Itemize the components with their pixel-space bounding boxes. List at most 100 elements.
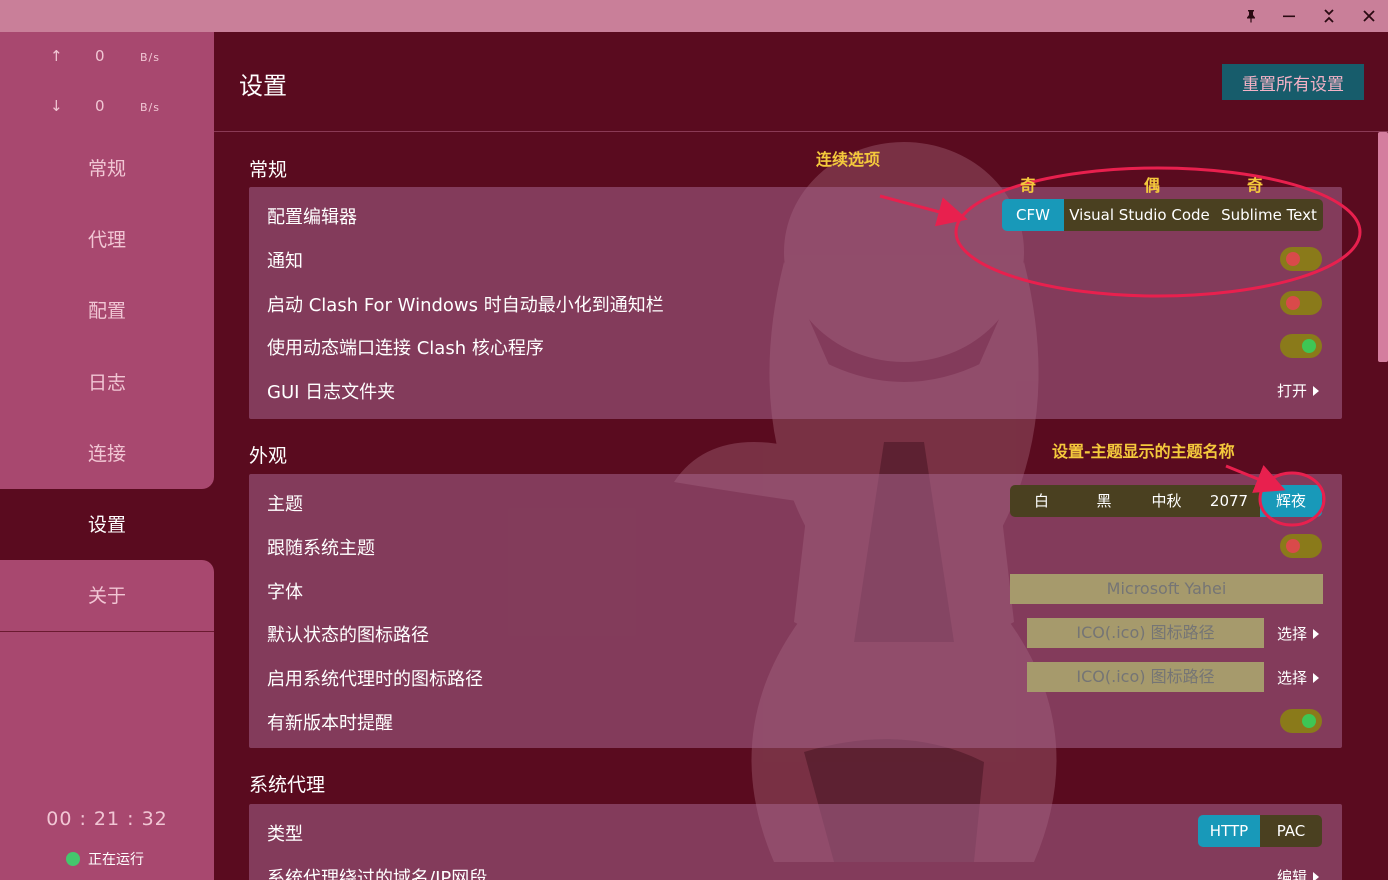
uptime-timer: 00 : 21 : 32 [46, 808, 168, 830]
follow-system-row: 跟随系统主题 [249, 524, 1342, 568]
main-content: 设置 重置所有设置 常规 配置编辑器 CFW Visual Studio Cod… [214, 32, 1388, 880]
sidebar-item-connections[interactable]: 连接 [0, 434, 214, 474]
upload-arrow-icon: ↑ [50, 47, 63, 65]
update-notify-row: 有新版本时提醒 [249, 699, 1342, 743]
caret-right-icon [1313, 385, 1320, 396]
annotation-odd-2: 奇 [1247, 176, 1264, 195]
minimize-label: 启动 Clash For Windows 时自动最小化到通知栏 [267, 295, 664, 316]
caret-right-icon [1313, 672, 1320, 683]
dynamic-port-toggle[interactable] [1280, 334, 1322, 358]
gui-log-label: GUI 日志文件夹 [267, 382, 396, 403]
upload-speed: ↑ 0 B/s [0, 47, 214, 67]
toggle-knob [1302, 714, 1316, 728]
sidebar-item-logs[interactable]: 日志 [0, 363, 214, 403]
minimize-toggle[interactable] [1280, 291, 1322, 315]
theme-option-black[interactable]: 黑 [1073, 485, 1135, 517]
font-row: 字体 [249, 568, 1342, 612]
section-title-system-proxy: 系统代理 [249, 774, 326, 796]
proxy-type-segmented-control: HTTP PAC [1198, 815, 1322, 847]
toggle-knob [1286, 296, 1300, 310]
sidebar-item-proxies[interactable]: 代理 [0, 220, 214, 260]
download-value: 0 [95, 97, 105, 115]
toggle-knob [1286, 539, 1300, 553]
maximize-icon[interactable] [1315, 4, 1343, 28]
theme-segmented-control: 白 黑 中秋 2077 辉夜 [1010, 485, 1322, 517]
update-notify-toggle[interactable] [1280, 709, 1322, 733]
header-divider [214, 131, 1388, 132]
download-arrow-icon: ↓ [50, 97, 63, 115]
choose-default-icon-link[interactable]: 选择 [1277, 623, 1320, 644]
reset-all-settings-button[interactable]: 重置所有设置 [1222, 64, 1364, 100]
upload-value: 0 [95, 47, 105, 65]
proxy-icon-label: 启用系统代理时的图标路径 [267, 669, 483, 690]
notify-toggle[interactable] [1280, 247, 1322, 271]
status-dot-icon [66, 852, 80, 866]
section-title-general: 常规 [249, 159, 288, 181]
close-icon[interactable] [1355, 4, 1383, 28]
notify-label: 通知 [267, 251, 303, 272]
annotation-even: 偶 [1144, 176, 1161, 195]
edit-link-text: 编辑 [1277, 868, 1308, 880]
editor-label: 配置编辑器 [267, 207, 357, 228]
notify-row: 通知 [249, 237, 1342, 281]
theme-option-white[interactable]: 白 [1010, 485, 1073, 517]
dynamic-port-label: 使用动态端口连接 Clash 核心程序 [267, 338, 544, 359]
default-icon-path-input[interactable] [1027, 618, 1264, 648]
title-bar [0, 0, 1388, 32]
caret-right-icon [1313, 628, 1320, 639]
sidebar-divider [0, 631, 214, 632]
running-status: 正在运行 [66, 850, 144, 868]
download-speed: ↓ 0 B/s [0, 97, 214, 117]
sidebar-item-general[interactable]: 常规 [0, 149, 214, 189]
editor-option-vscode[interactable]: Visual Studio Code [1064, 199, 1215, 231]
open-link-text: 打开 [1277, 382, 1308, 400]
default-icon-label: 默认状态的图标路径 [267, 625, 429, 646]
font-input[interactable] [1010, 574, 1323, 604]
open-gui-log-link[interactable]: 打开 [1277, 380, 1320, 401]
editor-option-sublime[interactable]: Sublime Text [1215, 199, 1323, 231]
sidebar-item-profiles[interactable]: 配置 [0, 291, 214, 331]
edit-bypass-link[interactable]: 编辑 [1277, 866, 1320, 880]
general-settings-card: 配置编辑器 CFW Visual Studio Code Sublime Tex… [249, 187, 1342, 419]
theme-label: 主题 [267, 494, 303, 515]
toggle-knob [1286, 252, 1300, 266]
editor-segmented-control: CFW Visual Studio Code Sublime Text [1002, 199, 1323, 231]
pin-icon[interactable] [1237, 4, 1265, 28]
editor-option-cfw[interactable]: CFW [1002, 199, 1064, 231]
sidebar-item-about[interactable]: 关于 [0, 576, 214, 616]
follow-system-toggle[interactable] [1280, 534, 1322, 558]
proxy-type-row: 类型 HTTP PAC [249, 810, 1342, 854]
annotation-continuous-options: 连续选项 [816, 150, 881, 169]
scrollbar-thumb[interactable] [1378, 132, 1388, 362]
choose-proxy-icon-link[interactable]: 选择 [1277, 667, 1320, 688]
choose-link-text: 选择 [1277, 669, 1308, 687]
sidebar-item-settings[interactable]: 设置 [0, 505, 214, 545]
system-proxy-settings-card: 类型 HTTP PAC 系统代理绕过的域名/IP网段 编辑 [249, 804, 1342, 880]
gui-log-row: GUI 日志文件夹 打开 [249, 368, 1342, 412]
section-title-appearance: 外观 [249, 445, 288, 467]
download-unit: B/s [140, 101, 160, 114]
annotation-odd-1: 奇 [1020, 176, 1037, 195]
caret-right-icon [1313, 871, 1320, 880]
page-title: 设置 [239, 72, 287, 100]
appearance-settings-card: 主题 白 黑 中秋 2077 辉夜 跟随系统主题 字体 默认状态的图标路径 选择 [249, 474, 1342, 748]
proxy-icon-row: 启用系统代理时的图标路径 选择 [249, 655, 1342, 699]
follow-system-label: 跟随系统主题 [267, 538, 375, 559]
minimize-icon[interactable] [1275, 4, 1303, 28]
dynamic-port-row: 使用动态端口连接 Clash 核心程序 [249, 324, 1342, 368]
theme-option-midautumn[interactable]: 中秋 [1135, 485, 1198, 517]
theme-option-2077[interactable]: 2077 [1198, 485, 1260, 517]
proxy-type-option-http[interactable]: HTTP [1198, 815, 1260, 847]
choose-link-text: 选择 [1277, 625, 1308, 643]
theme-option-kaguya[interactable]: 辉夜 [1260, 485, 1322, 517]
proxy-icon-path-input[interactable] [1027, 662, 1264, 692]
annotation-theme-note: 设置-主题显示的主题名称 [1052, 442, 1235, 461]
bypass-label: 系统代理绕过的域名/IP网段 [267, 868, 488, 880]
bypass-row: 系统代理绕过的域名/IP网段 编辑 [249, 854, 1342, 880]
sidebar: ↑ 0 B/s ↓ 0 B/s 常规 代理 配置 日志 连接 设置 关于 00 … [0, 32, 214, 880]
proxy-type-option-pac[interactable]: PAC [1260, 815, 1322, 847]
theme-row: 主题 白 黑 中秋 2077 辉夜 [249, 480, 1342, 524]
toggle-knob [1302, 339, 1316, 353]
upload-unit: B/s [140, 51, 160, 64]
editor-row: 配置编辑器 CFW Visual Studio Code Sublime Tex… [249, 193, 1342, 237]
